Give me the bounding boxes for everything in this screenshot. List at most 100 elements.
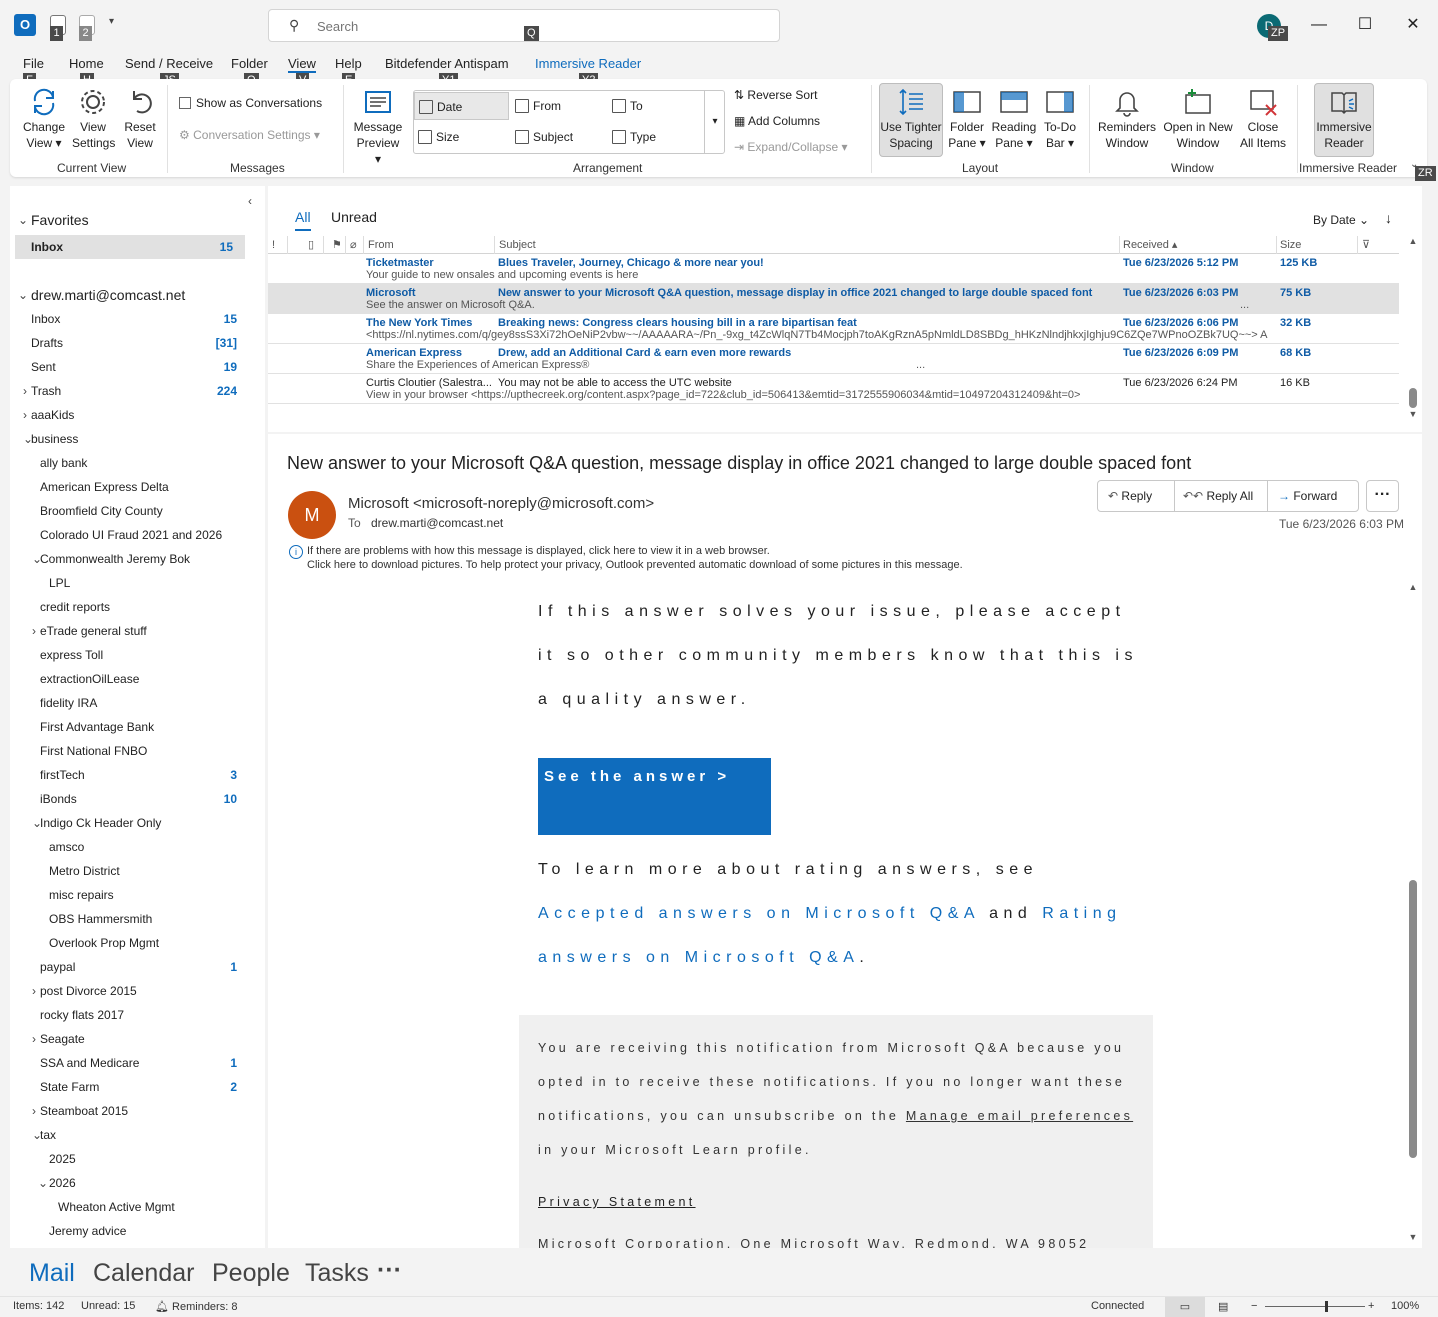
zoom-slider-thumb[interactable] xyxy=(1325,1301,1328,1312)
col-subject[interactable]: Subject xyxy=(495,236,1120,254)
folder-item[interactable]: ⌄ business xyxy=(10,427,260,451)
folder-item[interactable]: ⌄ Commonwealth Jeremy Bok xyxy=(10,547,260,571)
folder-item[interactable]: › Steamboat 2015 xyxy=(10,1099,260,1123)
change-view-button[interactable]: Change View ▾ xyxy=(19,87,69,151)
message-row[interactable]: Microsoft New answer to your Microsoft Q&… xyxy=(268,284,1399,314)
arrange-date[interactable]: Date xyxy=(414,92,509,120)
tab-home[interactable]: Home xyxy=(69,56,104,71)
message-row[interactable]: American Express Drew, add an Additional … xyxy=(268,344,1399,374)
message-row[interactable]: The New York Times Breaking news: Congres… xyxy=(268,314,1399,344)
chevron-right-icon[interactable]: › xyxy=(32,1027,36,1051)
scrollbar-thumb[interactable] xyxy=(1409,880,1417,1158)
filter-icon[interactable]: ⊽ xyxy=(1358,236,1388,254)
folder-item[interactable]: rocky flats 2017 xyxy=(10,1003,260,1027)
zoom-level[interactable]: 100% xyxy=(1391,1300,1419,1312)
customize-qat-icon[interactable]: ▾ xyxy=(109,16,114,27)
manage-email-preferences-link[interactable]: Manage email preferences xyxy=(906,1109,1133,1123)
folder-item[interactable]: OBS Hammersmith xyxy=(10,907,260,931)
expand-collapse-button[interactable]: ⇥ Expand/Collapse ▾ xyxy=(734,140,848,154)
module-calendar[interactable]: Calendar xyxy=(93,1259,194,1288)
folder-item[interactable]: LPL xyxy=(10,571,260,595)
account-header[interactable]: ⌄ drew.marti@comcast.net xyxy=(10,283,260,307)
see-the-answer-button[interactable]: See the answer > xyxy=(538,758,771,835)
col-attachment-header[interactable]: ⌀ xyxy=(346,236,364,254)
folder-item[interactable]: firstTech 3 xyxy=(10,763,260,787)
folder-item[interactable]: First Advantage Bank xyxy=(10,715,260,739)
forward-button[interactable]: → Forward xyxy=(1268,481,1358,511)
open-new-window-button[interactable]: Open in New Window xyxy=(1160,87,1236,151)
folder-item[interactable]: Broomfield City County xyxy=(10,499,260,523)
folder-item[interactable]: American Express Delta xyxy=(10,475,260,499)
message-row[interactable]: Ticketmaster Blues Traveler, Journey, Chi… xyxy=(268,254,1399,284)
folder-item[interactable]: Drafts [31] xyxy=(10,331,260,355)
folder-item[interactable]: 2025 xyxy=(10,1147,260,1171)
tab-immersive-reader[interactable]: Immersive Reader xyxy=(535,56,641,71)
folder-item[interactable]: fidelity IRA xyxy=(10,691,260,715)
reply-all-button[interactable]: ↶↶ Reply All xyxy=(1175,481,1268,511)
folder-item[interactable]: ⌄ 2026 xyxy=(10,1171,260,1195)
tab-view[interactable]: View xyxy=(288,56,316,73)
arrange-subject[interactable]: Subject xyxy=(511,123,606,151)
folder-item[interactable]: Jeremy advice xyxy=(10,1219,260,1243)
folder-item[interactable]: First National FNBO xyxy=(10,739,260,763)
status-reminders[interactable]: 🔔︎ Reminders: 8 xyxy=(155,1300,237,1313)
folder-item[interactable]: ⌄ Indigo Ck Header Only xyxy=(10,811,260,835)
folder-item[interactable]: › Seagate xyxy=(10,1027,260,1051)
col-from[interactable]: From xyxy=(364,236,495,254)
privacy-statement-link[interactable]: Privacy Statement xyxy=(538,1195,696,1209)
filter-tab-all[interactable]: All xyxy=(295,209,311,231)
folder-item[interactable]: Sent 19 xyxy=(10,355,260,379)
folder-item[interactable]: Wheaton Active Mgmt xyxy=(10,1195,260,1219)
accepted-answers-link[interactable]: Accepted answers on Microsoft Q&A xyxy=(538,905,979,922)
chevron-right-icon[interactable]: › xyxy=(32,979,36,1003)
folder-item[interactable]: amsco xyxy=(10,835,260,859)
gallery-expand-icon[interactable]: ▾ xyxy=(704,91,725,153)
col-size[interactable]: Size xyxy=(1276,236,1358,254)
folder-item[interactable]: ally bank xyxy=(10,451,260,475)
conversation-settings-button[interactable]: ⚙ Conversation Settings ▾ xyxy=(179,128,320,142)
scroll-up-icon[interactable]: ▲ xyxy=(1407,236,1419,246)
folder-item[interactable]: › post Divorce 2015 xyxy=(10,979,260,1003)
zoom-slider[interactable] xyxy=(1265,1301,1365,1312)
col-icon-header[interactable]: ▯ xyxy=(304,236,324,254)
show-as-conversations-checkbox[interactable]: Show as Conversations xyxy=(179,96,322,110)
reading-pane-button[interactable]: Reading Pane ▾ xyxy=(990,87,1038,151)
minimize-icon[interactable]: — xyxy=(1304,12,1334,38)
arrange-size[interactable]: Size xyxy=(414,123,509,151)
arrange-to[interactable]: To xyxy=(608,92,703,120)
sender-name[interactable]: Microsoft <microsoft-noreply@microsoft.c… xyxy=(348,495,654,512)
reading-pane-scrollbar[interactable]: ▲ ▼ xyxy=(1407,580,1419,1248)
todo-bar-button[interactable]: To-Do Bar ▾ xyxy=(1040,87,1080,151)
folder-item[interactable]: Colorado UI Fraud 2021 and 2026 xyxy=(10,523,260,547)
search-input[interactable] xyxy=(317,16,717,36)
arrange-from[interactable]: From xyxy=(511,92,606,120)
folder-item[interactable]: State Farm 2 xyxy=(10,1075,260,1099)
view-in-browser-notice[interactable]: If there are problems with how this mess… xyxy=(307,545,770,557)
download-pictures-notice[interactable]: Click here to download pictures. To help… xyxy=(307,559,963,571)
scroll-down-icon[interactable]: ▼ xyxy=(1407,409,1419,419)
zoom-in-icon[interactable]: + xyxy=(1368,1300,1374,1312)
folder-item[interactable]: Inbox 15 xyxy=(10,307,260,331)
more-actions-button[interactable]: ··· xyxy=(1366,480,1399,512)
sort-by-dropdown[interactable]: By Date ⌄ xyxy=(1313,213,1369,227)
message-list-scrollbar[interactable]: ▲ ▼ xyxy=(1407,236,1419,421)
folder-item[interactable]: iBonds 10 xyxy=(10,787,260,811)
folder-item[interactable]: express Toll xyxy=(10,643,260,667)
col-importance[interactable]: ! xyxy=(268,236,288,254)
scroll-up-icon[interactable]: ▲ xyxy=(1407,582,1419,592)
immersive-reader-button[interactable]: Immersive Reader xyxy=(1314,83,1374,157)
folder-item[interactable]: Overlook Prop Mgmt xyxy=(10,931,260,955)
chevron-down-icon[interactable]: ⌄ xyxy=(38,1171,48,1195)
use-tighter-spacing-button[interactable]: Use Tighter Spacing xyxy=(879,83,943,157)
message-row[interactable]: Curtis Cloutier (Salestra... You may not … xyxy=(268,374,1399,404)
folder-item[interactable]: credit reports xyxy=(10,595,260,619)
tab-send-receive[interactable]: Send / Receive xyxy=(125,56,213,71)
chevron-right-icon[interactable]: › xyxy=(23,379,27,403)
view-settings-button[interactable]: View Settings xyxy=(72,87,115,151)
reset-view-button[interactable]: Reset View xyxy=(120,87,160,151)
folder-item[interactable]: › aaaKids xyxy=(10,403,260,427)
more-modules-button[interactable]: ··· xyxy=(377,1256,402,1285)
sender-avatar[interactable]: M xyxy=(288,491,336,539)
scroll-down-icon[interactable]: ▼ xyxy=(1407,1232,1419,1242)
col-flag-header[interactable]: ⚑ xyxy=(328,236,346,254)
